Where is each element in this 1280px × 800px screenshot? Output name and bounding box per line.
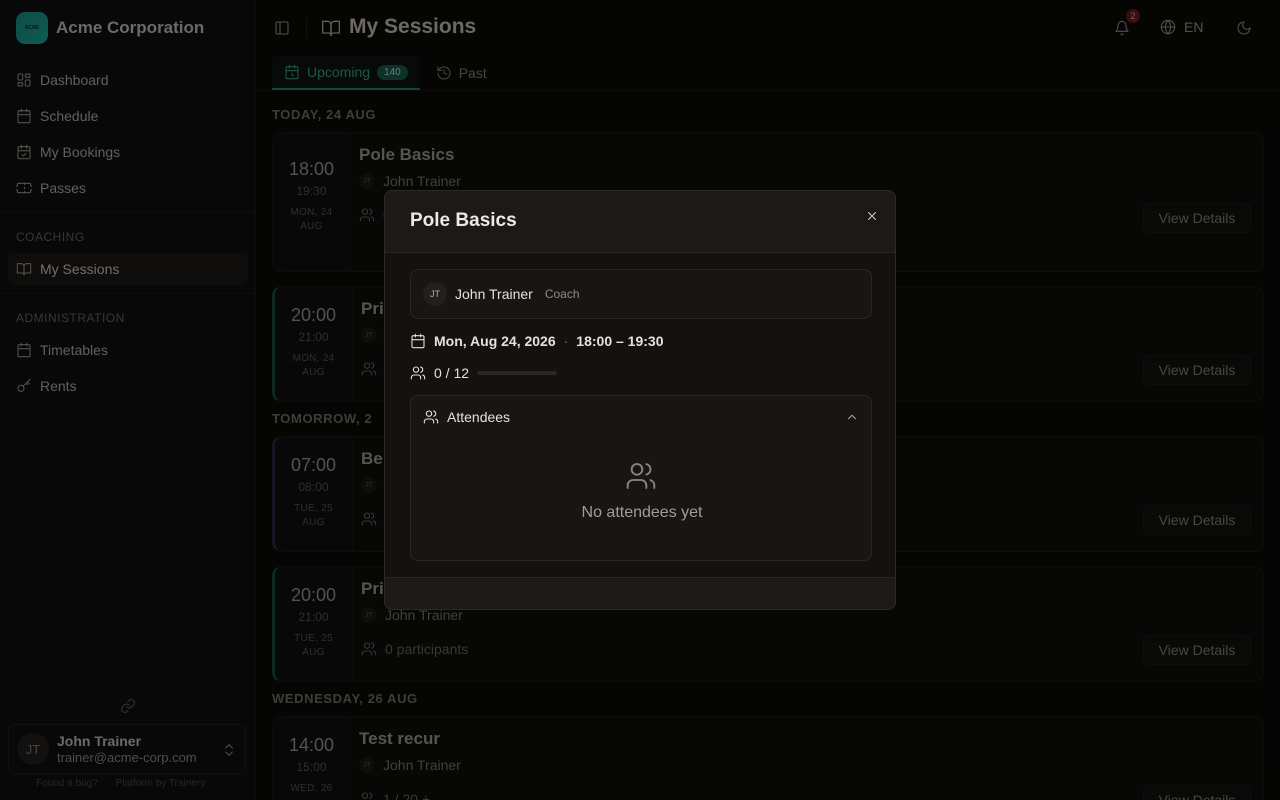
empty-state-text: No attendees yet xyxy=(581,504,703,521)
close-button[interactable] xyxy=(865,209,879,223)
dialog-title: Pole Basics xyxy=(410,210,517,231)
users-icon xyxy=(625,460,657,492)
dialog-body: JT John Trainer Coach Mon, Aug 24, 2026 … xyxy=(385,253,895,577)
chevron-up-icon[interactable] xyxy=(845,410,859,424)
capacity-count: 0 / 12 xyxy=(434,365,470,381)
session-date: Mon, Aug 24, 2026 xyxy=(434,333,556,349)
session-capacity: 0 / 12 xyxy=(410,365,558,381)
attendees-panel: Attendees No attendees yet xyxy=(410,395,872,561)
separator-dot: · xyxy=(563,333,569,349)
attendees-toggle[interactable]: Attendees xyxy=(423,409,510,425)
users-icon xyxy=(410,366,426,380)
attendees-label: Attendees xyxy=(447,409,511,425)
session-time: 18:00 – 19:30 xyxy=(576,333,664,349)
users-icon xyxy=(423,410,439,424)
dialog-footer-divider xyxy=(385,577,895,578)
capacity-progress-bar xyxy=(477,371,558,375)
session-datetime: Mon, Aug 24, 2026 · 18:00 – 19:30 xyxy=(410,333,663,349)
trainer-name: John Trainer xyxy=(455,286,533,302)
trainer-info: JT John Trainer Coach xyxy=(410,269,872,319)
calendar-icon xyxy=(411,333,425,349)
trainer-avatar: JT xyxy=(423,282,447,306)
session-details-dialog: Pole Basics JT John Trainer Coach Mon, A… xyxy=(384,190,896,610)
close-icon xyxy=(868,212,876,220)
trainer-role: Coach xyxy=(544,287,580,301)
